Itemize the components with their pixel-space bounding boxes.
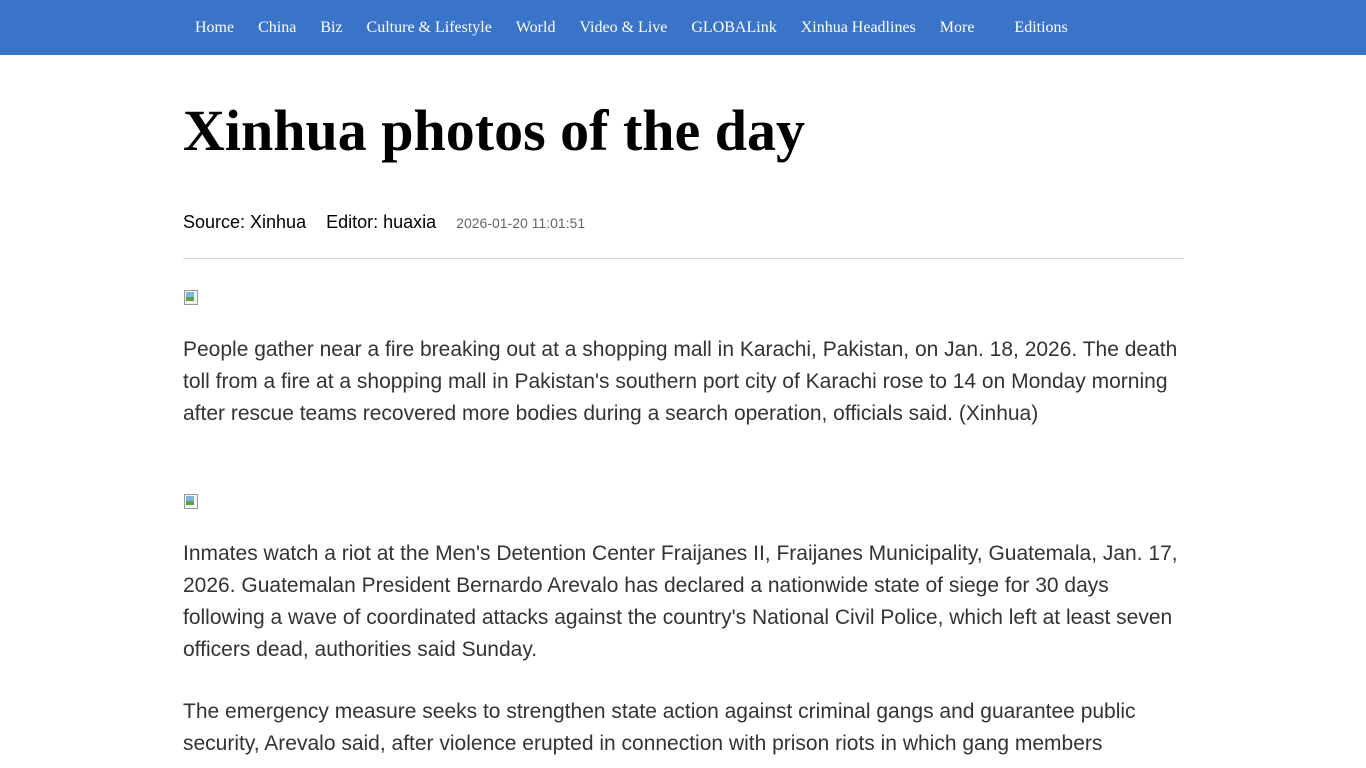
nav-item-home[interactable]: Home bbox=[195, 0, 234, 55]
broken-image-icon bbox=[183, 493, 199, 509]
article-title: Xinhua photos of the day bbox=[183, 98, 806, 163]
nav-item-world[interactable]: World bbox=[516, 0, 556, 55]
nav-item-biz[interactable]: Biz bbox=[320, 0, 342, 55]
nav-menu: Home China Biz Culture & Lifestyle World… bbox=[195, 0, 1068, 55]
nav-item-culture-lifestyle[interactable]: Culture & Lifestyle bbox=[367, 0, 492, 55]
meta-divider bbox=[183, 258, 1184, 259]
nav-item-china[interactable]: China bbox=[258, 0, 296, 55]
broken-image-icon bbox=[183, 289, 199, 305]
nav-item-more[interactable]: More bbox=[940, 0, 975, 55]
article-paragraph: Inmates watch a riot at the Men's Detent… bbox=[183, 542, 1178, 661]
nav-item-globalink[interactable]: GLOBALink bbox=[691, 0, 776, 55]
article-paragraph: The emergency measure seeks to strengthe… bbox=[183, 700, 1136, 755]
article-paragraph: People gather near a fire breaking out a… bbox=[183, 338, 1178, 425]
article-editor: Editor: huaxia bbox=[326, 212, 437, 232]
nav-item-editions[interactable]: Editions bbox=[1014, 0, 1067, 55]
article-date: 2026-01-20 11:01:51 bbox=[456, 215, 586, 231]
top-navigation-bar: Home China Biz Culture & Lifestyle World… bbox=[0, 0, 1366, 55]
article-meta: Source: Xinhua Editor: huaxia 2026-01-20… bbox=[183, 212, 585, 236]
nav-item-xinhua-headlines[interactable]: Xinhua Headlines bbox=[801, 0, 916, 55]
article-source: Source: Xinhua bbox=[183, 212, 307, 232]
nav-item-video-live[interactable]: Video & Live bbox=[579, 0, 667, 55]
